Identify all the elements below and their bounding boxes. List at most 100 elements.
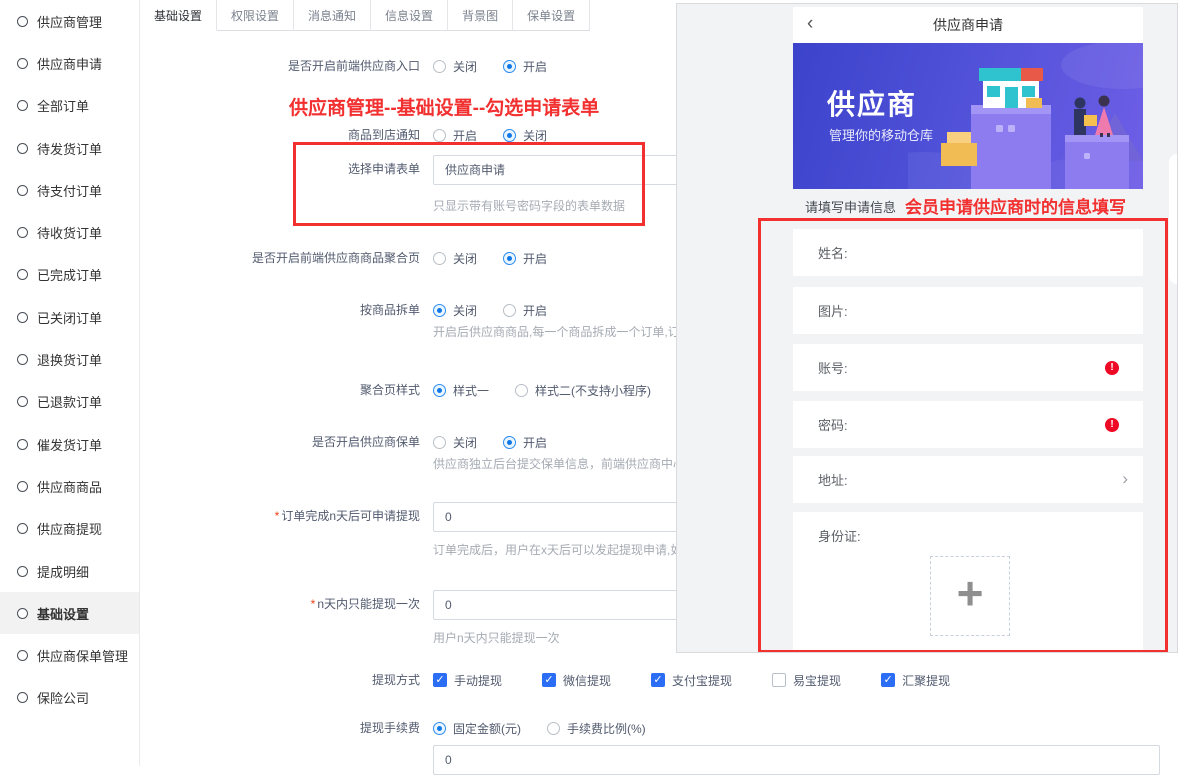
checkbox-option-汇聚提现[interactable]: ✓汇聚提现 xyxy=(881,672,950,689)
helper-text: 开启后供应商商品,每一个商品拆成一个订单,订单屏 xyxy=(433,323,704,340)
checkbox-checked-icon: ✓ xyxy=(433,673,447,687)
form-row-label: 按商品拆单 xyxy=(140,296,420,324)
sidebar-item-label: 待收货订单 xyxy=(37,223,102,242)
radio-option-关闭[interactable]: 关闭 xyxy=(433,250,477,267)
radio-option-关闭[interactable]: 关闭 xyxy=(433,434,477,451)
fee-amount-input[interactable] xyxy=(433,745,1160,775)
checkbox-label: 易宝提现 xyxy=(793,672,841,689)
back-chevron-icon[interactable]: ‹ xyxy=(807,13,813,35)
item-bullet-icon xyxy=(17,100,28,111)
radio-selected-icon xyxy=(433,384,446,397)
radio-label: 开启 xyxy=(523,58,547,75)
radio-option-样式二(不支持小程序)[interactable]: 样式二(不支持小程序) xyxy=(515,382,651,399)
sidebar-item-label: 供应商商品 xyxy=(37,477,102,496)
radio-option-开启[interactable]: 开启 xyxy=(503,250,547,267)
checkbox-checked-icon: ✓ xyxy=(542,673,556,687)
item-bullet-icon xyxy=(17,58,28,69)
radio-option-关闭[interactable]: 关闭 xyxy=(503,127,547,144)
sidebar-item-已完成订单[interactable]: 已完成订单 xyxy=(0,254,139,296)
tab-信息设置[interactable]: 信息设置 xyxy=(371,0,448,31)
helper-text: 订单完成后，用户在x天后可以发起提现申请,如果 xyxy=(433,541,694,558)
form-row-label: *订单完成n天后可申请提现 xyxy=(140,502,420,530)
radio-option-开启[interactable]: 开启 xyxy=(503,58,547,75)
radio-option-样式一[interactable]: 样式一 xyxy=(433,382,489,399)
sidebar-item-供应商管理[interactable]: 供应商管理 xyxy=(0,0,139,42)
sidebar-item-全部订单[interactable]: 全部订单 xyxy=(0,85,139,127)
checkbox-option-微信提现[interactable]: ✓微信提现 xyxy=(542,672,611,689)
sidebar-item-供应商提现[interactable]: 供应商提现 xyxy=(0,508,139,550)
required-alert-icon: ! xyxy=(1105,361,1119,375)
radio-option-关闭[interactable]: 关闭 xyxy=(433,302,477,319)
phone-header: ‹ 供应商申请 xyxy=(793,7,1143,43)
form-row-label: 聚合页样式 xyxy=(140,376,420,404)
sidebar-item-退换货订单[interactable]: 退换货订单 xyxy=(0,338,139,380)
checkbox-option-支付宝提现[interactable]: ✓支付宝提现 xyxy=(651,672,732,689)
checkbox-icon xyxy=(772,673,786,687)
tab-基础设置[interactable]: 基础设置 xyxy=(140,0,217,31)
radio-label: 开启 xyxy=(523,250,547,267)
annotation-note-main: 供应商管理--基础设置--勾选申请表单 xyxy=(289,93,599,120)
phone-field-密码[interactable]: 密码:! xyxy=(793,401,1143,448)
tab-bar: 基础设置权限设置消息通知信息设置背景图保单设置 xyxy=(140,0,590,31)
sidebar-item-label: 供应商申请 xyxy=(37,54,102,73)
radio-option-开启[interactable]: 开启 xyxy=(503,302,547,319)
phone-field-账号[interactable]: 账号:! xyxy=(793,344,1143,391)
checkbox-checked-icon: ✓ xyxy=(651,673,665,687)
radio-icon xyxy=(433,436,446,449)
radio-icon xyxy=(433,60,446,73)
item-bullet-icon xyxy=(17,143,28,154)
upload-plus-icon[interactable]: + xyxy=(930,556,1010,636)
sidebar-item-待发货订单[interactable]: 待发货订单 xyxy=(0,127,139,169)
banner-title: 供应商 xyxy=(827,83,917,123)
tab-保单设置[interactable]: 保单设置 xyxy=(513,0,590,31)
radio-label: 关闭 xyxy=(453,434,477,451)
form-row-label: 选择申请表单 xyxy=(140,155,420,183)
radio-option-固定金额(元)[interactable]: 固定金额(元) xyxy=(433,720,521,737)
phone-field-身份证[interactable]: 身份证: + xyxy=(793,512,1143,653)
radio-option-手续费比例(%)[interactable]: 手续费比例(%) xyxy=(547,720,646,737)
tab-消息通知[interactable]: 消息通知 xyxy=(294,0,371,31)
radio-icon xyxy=(433,252,446,265)
item-bullet-icon xyxy=(17,650,28,661)
radio-icon xyxy=(433,129,446,142)
phone-field-地址[interactable]: 地址:› xyxy=(793,456,1143,503)
sidebar-item-提成明细[interactable]: 提成明细 xyxy=(0,550,139,592)
sidebar-item-供应商保单管理[interactable]: 供应商保单管理 xyxy=(0,634,139,676)
sidebar-item-保险公司[interactable]: 保险公司 xyxy=(0,677,139,719)
helper-text: 用户n天内只能提现一次 xyxy=(433,629,560,646)
sidebar-item-待收货订单[interactable]: 待收货订单 xyxy=(0,211,139,253)
radio-option-开启[interactable]: 开启 xyxy=(503,434,547,451)
tab-权限设置[interactable]: 权限设置 xyxy=(217,0,294,31)
radio-icon xyxy=(547,722,560,735)
sidebar-item-供应商申请[interactable]: 供应商申请 xyxy=(0,42,139,84)
phone-field-label: 身份证: xyxy=(818,526,861,545)
radio-group: 关闭 开启 xyxy=(433,52,547,80)
phone-field-姓名[interactable]: 姓名: xyxy=(793,229,1143,276)
sidebar-item-label: 已退款订单 xyxy=(37,392,102,411)
sidebar-item-基础设置[interactable]: 基础设置 xyxy=(0,592,139,634)
sidebar-item-供应商商品[interactable]: 供应商商品 xyxy=(0,465,139,507)
sidebar-item-已退款订单[interactable]: 已退款订单 xyxy=(0,381,139,423)
sidebar-item-催发货订单[interactable]: 催发货订单 xyxy=(0,423,139,465)
item-bullet-icon xyxy=(17,481,28,492)
sidebar-item-label: 待发货订单 xyxy=(37,139,102,158)
sidebar-item-已关闭订单[interactable]: 已关闭订单 xyxy=(0,296,139,338)
radio-label: 关闭 xyxy=(453,250,477,267)
phone-field-图片[interactable]: 图片: xyxy=(793,287,1143,334)
sidebar-item-label: 已完成订单 xyxy=(37,265,102,284)
radio-option-关闭[interactable]: 关闭 xyxy=(433,58,477,75)
sidebar-item-待支付订单[interactable]: 待支付订单 xyxy=(0,169,139,211)
form-section-title: 请填写申请信息 xyxy=(805,197,896,216)
radio-group: 开启 关闭 xyxy=(433,121,547,149)
radio-option-开启[interactable]: 开启 xyxy=(433,127,477,144)
item-bullet-icon xyxy=(17,566,28,577)
form-row-label: 商品到店通知 xyxy=(140,121,420,149)
form-row-label: 提现手续费 xyxy=(140,714,420,742)
item-bullet-icon xyxy=(17,269,28,280)
radio-selected-icon xyxy=(503,252,516,265)
sidebar-item-label: 全部订单 xyxy=(37,96,89,115)
checkbox-option-易宝提现[interactable]: 易宝提现 xyxy=(772,672,841,689)
checkbox-option-手动提现[interactable]: ✓手动提现 xyxy=(433,672,502,689)
tab-背景图[interactable]: 背景图 xyxy=(448,0,513,31)
helper-text: 供应商独立后台提交保单信息，前端供应商中心可 xyxy=(433,455,697,472)
